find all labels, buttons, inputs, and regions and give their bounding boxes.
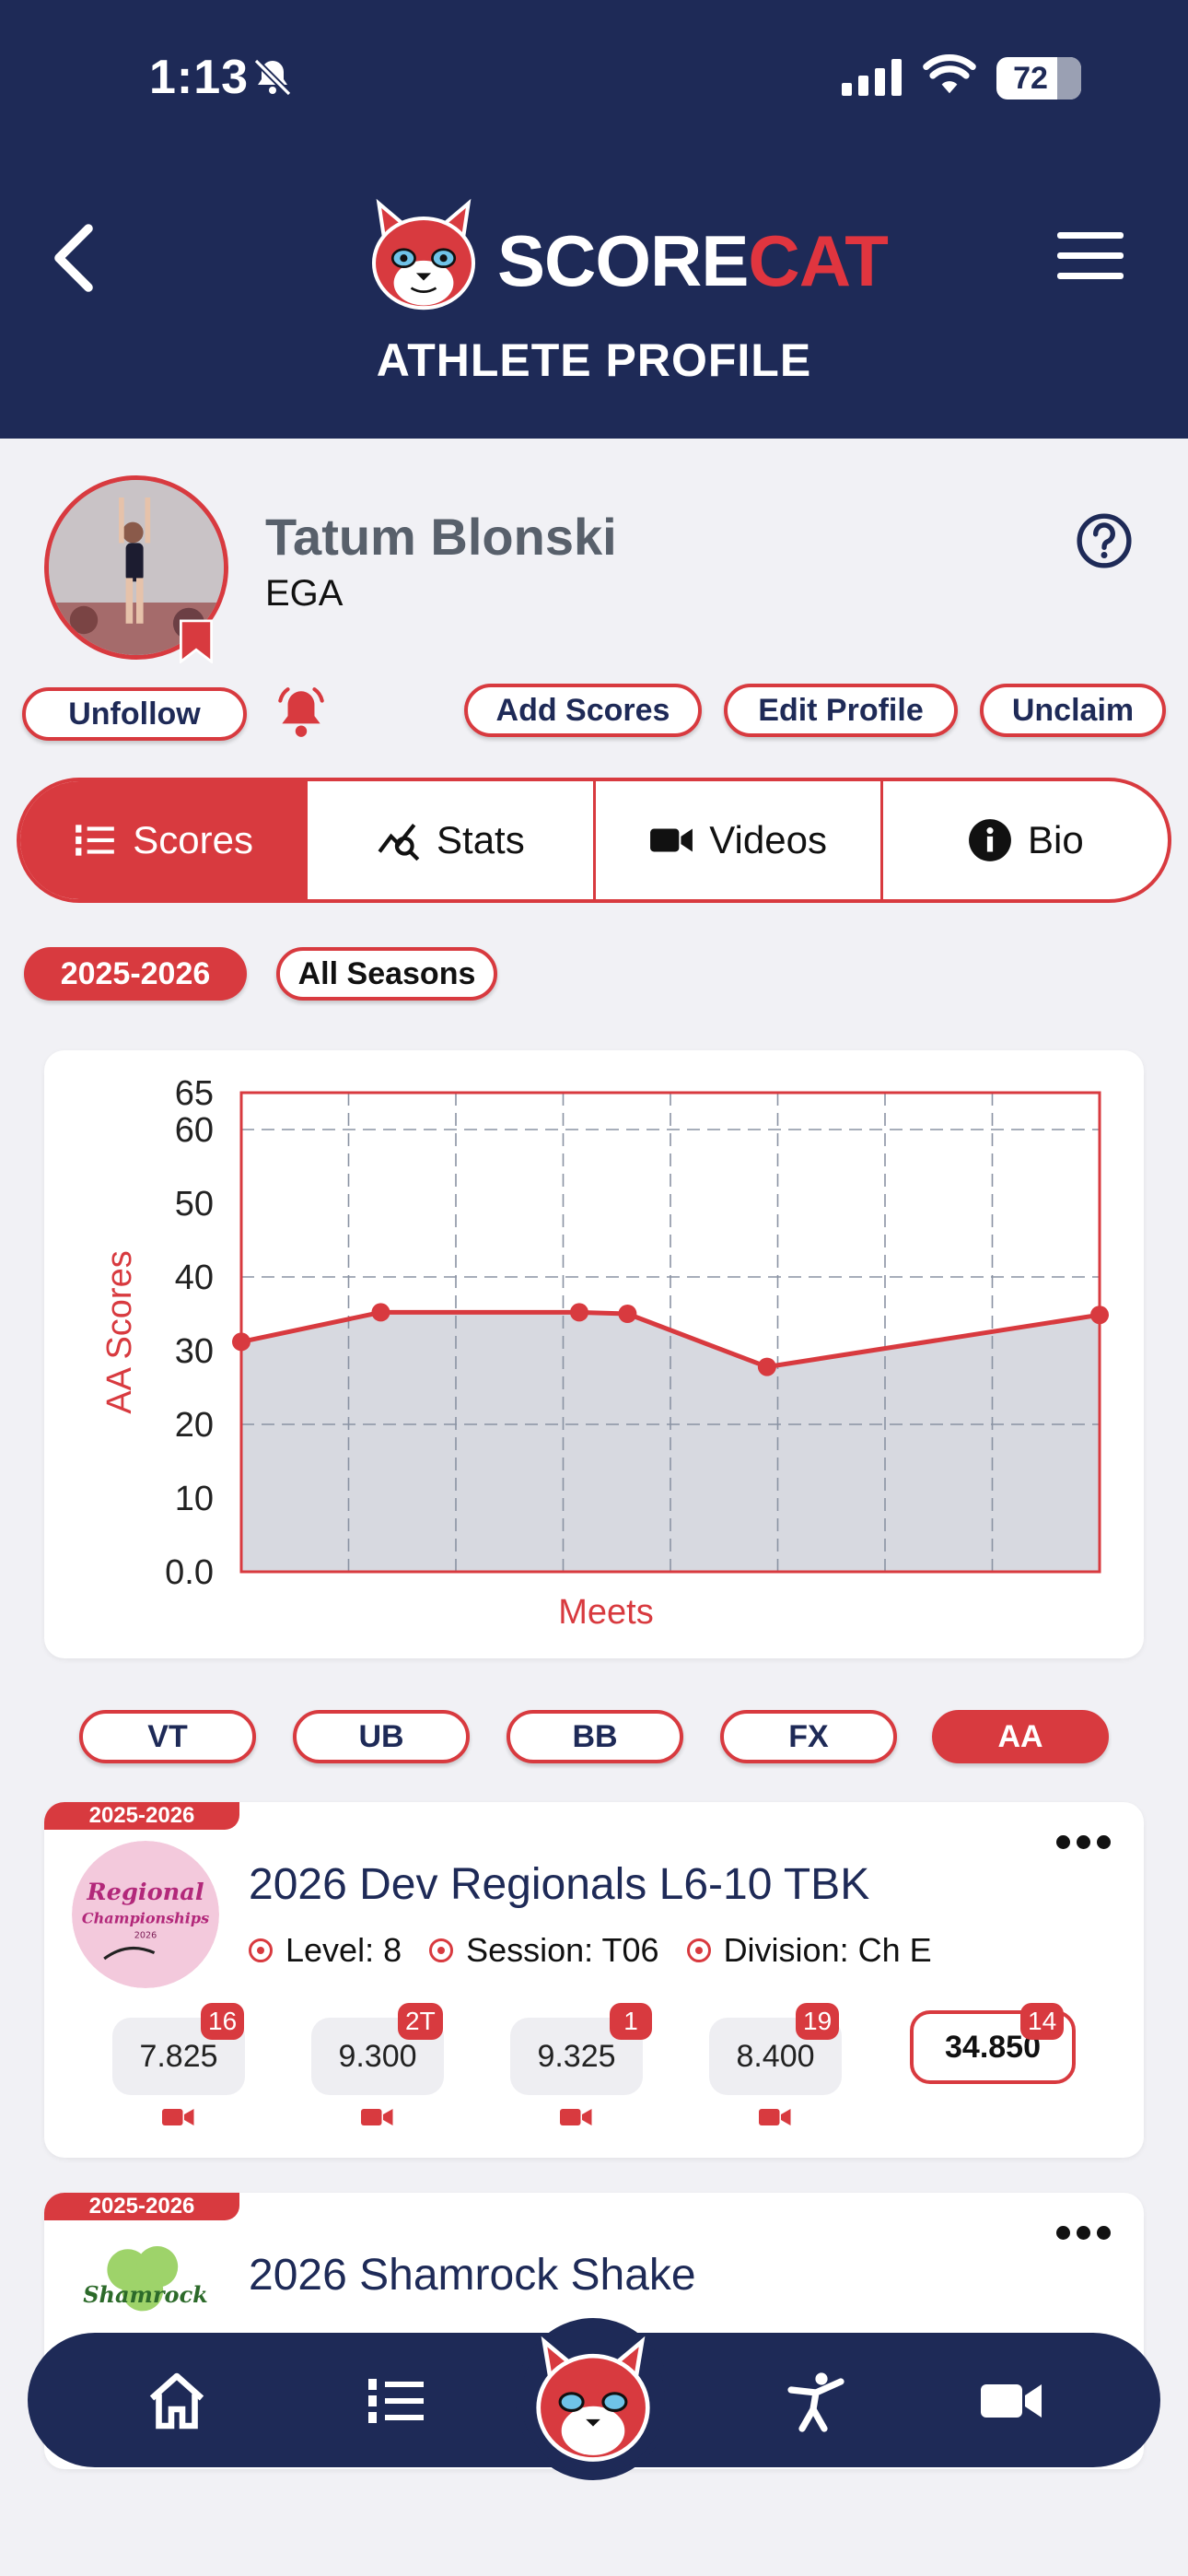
svg-text:Championships: Championships — [82, 1910, 209, 1927]
chart-ytick-label: 65 — [175, 1074, 214, 1113]
page-title: ATHLETE PROFILE — [376, 334, 812, 386]
chart-y-axis-label: AA Scores — [100, 1250, 139, 1413]
list-icon[interactable] — [363, 2368, 429, 2434]
aa-rank-badge: 14 — [1020, 2003, 1065, 2040]
chart-ytick-label: 0.0 — [165, 1553, 214, 1592]
fx-rank-badge: 19 — [796, 2003, 840, 2040]
tab-label: Scores — [133, 818, 253, 861]
meet-season-tag: 2025-2026 — [44, 2193, 239, 2220]
tab-label: Videos — [709, 818, 827, 861]
tab-label: Bio — [1028, 818, 1084, 861]
season-all-filter[interactable]: All Seasons — [276, 947, 497, 1001]
event-filter-vt[interactable]: VT — [79, 1710, 256, 1763]
back-button[interactable] — [46, 221, 101, 295]
target-icon — [249, 1938, 273, 1962]
unfollow-button[interactable]: Unfollow — [22, 687, 247, 741]
aa-scores-chart-card: 0.0 10 20 30 40 50 60 65 AA Scores Meets — [44, 1050, 1144, 1658]
meet-logo: Regional Championships 2026 — [72, 1841, 219, 1988]
meet-session: Session: T06 — [466, 1931, 659, 1969]
athlete-club: EGA — [265, 573, 344, 614]
info-icon — [969, 819, 1011, 861]
meet-details: Level: 8 Session: T06 Division: Ch E — [249, 1931, 932, 1970]
wifi-icon — [923, 54, 976, 94]
ub-rank-badge: 2T — [398, 2003, 443, 2040]
svg-text:2026: 2026 — [134, 1931, 157, 1941]
meet-season-tag: 2025-2026 — [44, 1802, 239, 1830]
battery-icon: 72 — [996, 57, 1081, 100]
edit-profile-button[interactable]: Edit Profile — [724, 684, 958, 737]
chart-ytick-label: 60 — [175, 1111, 214, 1150]
bb-rank-badge: 1 — [610, 2003, 652, 2040]
hamburger-menu-button[interactable] — [1057, 232, 1124, 284]
chart-ytick-label: 10 — [175, 1480, 214, 1518]
video-icon[interactable] — [560, 2106, 593, 2128]
aa-scores-chart: 0.0 10 20 30 40 50 6065 AA Scores Meets — [100, 1074, 1109, 1632]
target-icon — [429, 1938, 454, 1962]
target-icon — [686, 1938, 711, 1962]
gymnast-icon[interactable] — [783, 2368, 849, 2434]
vt-rank-badge: 16 — [201, 2003, 245, 2040]
bell-off-icon — [253, 58, 292, 97]
video-icon — [650, 828, 693, 852]
chart-data-point — [1090, 1306, 1109, 1325]
scorecat-logo-icon — [371, 198, 476, 310]
chart-ytick-label: 20 — [175, 1406, 214, 1445]
meet-name[interactable]: 2026 Shamrock Shake — [249, 2250, 696, 2301]
unclaim-button[interactable]: Unclaim — [980, 684, 1166, 737]
meet-card[interactable]: 2025-2026 Regional Championships 2026 20… — [44, 1802, 1144, 2158]
chart-ytick-label: 50 — [175, 1185, 214, 1224]
status-time: 1:13 — [149, 51, 250, 104]
home-icon[interactable] — [144, 2368, 210, 2434]
tab-bio[interactable]: Bio — [883, 781, 1168, 899]
video-icon[interactable] — [162, 2106, 195, 2128]
scorecat-logo-icon — [536, 2336, 650, 2462]
chart-data-point — [757, 1357, 776, 1376]
meet-level: Level: 8 — [285, 1931, 402, 1969]
chart-data-point — [569, 1303, 588, 1322]
list-icon — [76, 825, 115, 856]
add-scores-button[interactable]: Add Scores — [464, 684, 702, 737]
chart-x-axis-label: Meets — [558, 1593, 653, 1632]
chart-data-point — [371, 1303, 390, 1322]
more-options-icon[interactable] — [1056, 1835, 1111, 1849]
tab-stats[interactable]: Stats — [308, 781, 596, 899]
season-current-filter[interactable]: 2025-2026 — [24, 947, 247, 1001]
chart-data-point — [232, 1332, 250, 1352]
scorecat-home-button[interactable] — [516, 2318, 670, 2480]
notification-bell-icon[interactable] — [273, 684, 330, 741]
profile-tabs: Scores Stats Videos Bio — [17, 778, 1171, 903]
meet-name[interactable]: 2026 Dev Regionals L6-10 TBK — [249, 1859, 869, 1910]
chart-ytick-label: 30 — [175, 1332, 214, 1371]
stats-icon — [378, 824, 420, 861]
tab-label: Stats — [437, 818, 525, 861]
video-icon[interactable] — [978, 2368, 1044, 2434]
more-options-icon[interactable] — [1056, 2226, 1111, 2240]
event-filter-ub[interactable]: UB — [293, 1710, 470, 1763]
help-icon[interactable] — [1076, 512, 1133, 569]
meet-division: Division: Ch E — [723, 1931, 932, 1969]
battery-level: 72 — [1013, 61, 1048, 96]
chart-data-point — [618, 1305, 637, 1323]
video-icon[interactable] — [361, 2106, 394, 2128]
svg-text:Shamrock: Shamrock — [83, 2281, 208, 2308]
tab-scores[interactable]: Scores — [20, 781, 309, 899]
athlete-name: Tatum Blonski — [265, 508, 617, 566]
video-icon[interactable] — [759, 2106, 792, 2128]
svg-text:Regional: Regional — [86, 1879, 204, 1906]
cellular-signal-icon — [842, 57, 902, 96]
chart-ytick-label: 40 — [175, 1259, 214, 1297]
app-logo-text: SCORECAT — [497, 220, 889, 301]
event-filter-fx[interactable]: FX — [720, 1710, 897, 1763]
tab-videos[interactable]: Videos — [596, 781, 883, 899]
event-filter-aa[interactable]: AA — [932, 1710, 1109, 1763]
bookmark-icon[interactable] — [179, 619, 214, 663]
app-header: 1:13 72 SCORECAT ATHLETE PROFILE — [0, 0, 1188, 439]
event-filter-bb[interactable]: BB — [507, 1710, 683, 1763]
